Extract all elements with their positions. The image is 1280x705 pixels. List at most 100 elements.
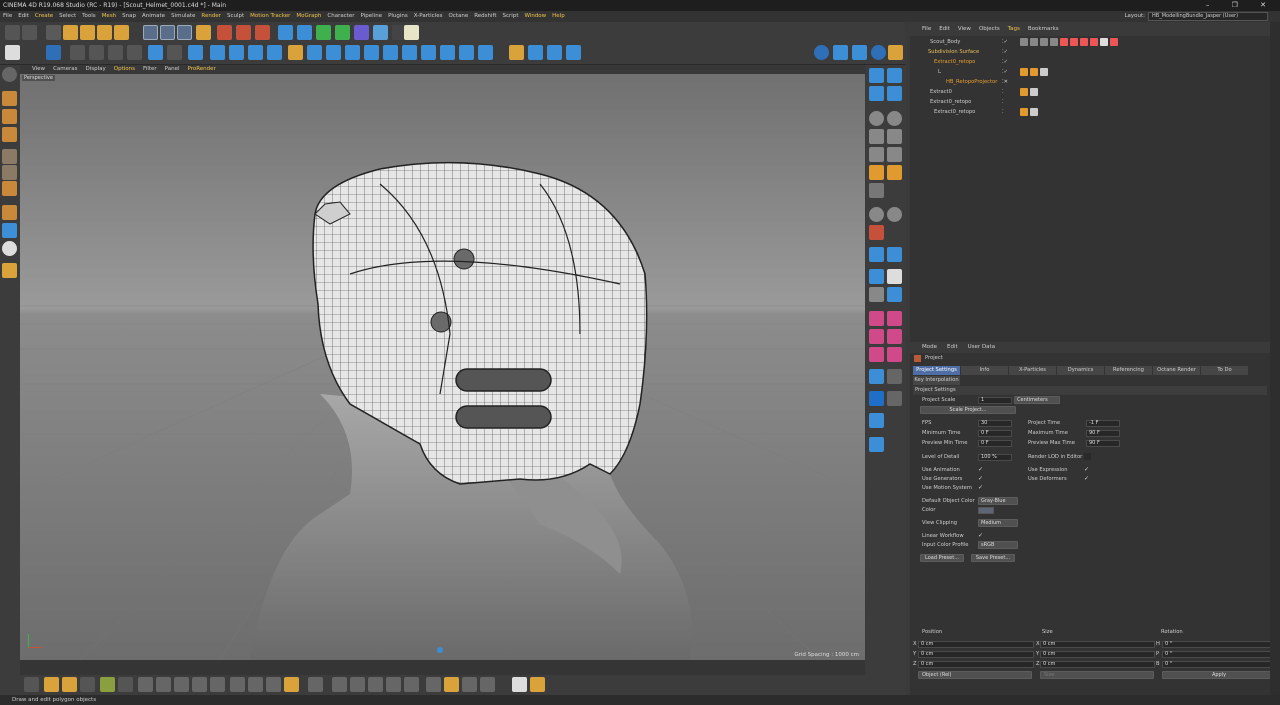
model-mode-icon[interactable]	[70, 45, 85, 60]
s-icon[interactable]	[2, 241, 17, 256]
anim-tool-16-icon[interactable]	[308, 677, 323, 692]
ball2-icon[interactable]	[887, 207, 902, 222]
am-menu-user-data[interactable]: User Data	[963, 342, 1000, 353]
shader-icon[interactable]	[852, 45, 867, 60]
spline-icon[interactable]	[297, 25, 312, 40]
max-time-field[interactable]: 90 F	[1086, 430, 1120, 437]
workplane-icon[interactable]	[46, 45, 61, 60]
anim-tool-26-icon[interactable]	[512, 677, 527, 692]
om-menu-view[interactable]: View	[954, 22, 975, 36]
picture-icon[interactable]	[833, 45, 848, 60]
anim-tool-8-icon[interactable]	[156, 677, 171, 692]
move-tool-icon[interactable]	[210, 45, 225, 60]
viewport[interactable]: Perspective Grid Spacing : 1000 cm	[20, 74, 865, 660]
menu-character[interactable]: Character	[324, 11, 357, 22]
checker-icon[interactable]	[2, 109, 17, 124]
apply-button[interactable]: Apply	[1162, 671, 1276, 679]
rotate-icon[interactable]	[97, 25, 112, 40]
tab-referencing[interactable]: Referencing	[1105, 366, 1152, 375]
sculpt-icon[interactable]	[2, 263, 17, 278]
mode-toggle-icon[interactable]	[2, 67, 17, 82]
anim-tool-5-icon[interactable]	[100, 677, 115, 692]
menu-edit[interactable]: Edit	[15, 11, 32, 22]
anim-tool-1-icon[interactable]	[24, 677, 39, 692]
anim-tool-15-icon[interactable]	[284, 677, 299, 692]
linear-workflow-checkbox[interactable]: ✓	[978, 532, 985, 539]
view-tool-2-icon[interactable]	[887, 68, 902, 83]
cone-icon[interactable]	[869, 129, 884, 144]
layers-stack-icon[interactable]	[2, 127, 17, 142]
om-menu-bookmarks[interactable]: Bookmarks	[1024, 22, 1063, 36]
red-tool-icon[interactable]	[869, 225, 884, 240]
lod-field[interactable]: 100 %	[978, 454, 1012, 461]
pen-blue-icon[interactable]	[887, 247, 902, 262]
pink-tool-1-icon[interactable]	[869, 311, 884, 326]
anim-tool-18-icon[interactable]	[350, 677, 365, 692]
menu-x-particles[interactable]: X-Particles	[411, 11, 446, 22]
menu-mesh[interactable]: Mesh	[99, 11, 119, 22]
model-icon[interactable]	[2, 91, 17, 106]
x-axis-icon[interactable]	[143, 25, 158, 40]
save-preset-button[interactable]: Save Preset...	[971, 554, 1015, 562]
menu-mograph[interactable]: MoGraph	[293, 11, 324, 22]
menu-simulate[interactable]: Simulate	[168, 11, 198, 22]
pink-tool-6-icon[interactable]	[887, 347, 902, 362]
vp-menu-prorender[interactable]: ProRender	[184, 65, 220, 74]
poly-cube-icon[interactable]	[2, 181, 17, 196]
select-arrow-icon[interactable]	[46, 25, 61, 40]
sphere-shaded-icon[interactable]	[871, 45, 886, 60]
rot-h-field[interactable]: 0 °	[1162, 641, 1276, 648]
anim-tool-25-icon[interactable]	[480, 677, 495, 692]
menu-animate[interactable]: Animate	[139, 11, 168, 22]
figure-icon[interactable]	[869, 269, 884, 284]
rotate-tool-icon[interactable]	[248, 45, 263, 60]
floor-icon[interactable]	[373, 25, 388, 40]
orange-box-icon[interactable]	[887, 165, 902, 180]
anim-tool-11-icon[interactable]	[210, 677, 225, 692]
size-z-field[interactable]: 0 cm	[1040, 661, 1155, 668]
render-lod-checkbox[interactable]	[1084, 453, 1091, 460]
object-row[interactable]: Extract0_retopo ⁚✓	[910, 57, 1270, 67]
pink-tool-5-icon[interactable]	[869, 347, 884, 362]
pink-tool-4-icon[interactable]	[887, 329, 902, 344]
am-menu-edit[interactable]: Edit	[942, 342, 963, 353]
anim-tool-19-icon[interactable]	[368, 677, 383, 692]
deformer-icon[interactable]	[354, 25, 369, 40]
paint-icon[interactable]	[869, 369, 884, 384]
torus-icon[interactable]	[887, 129, 902, 144]
anim-tool-12-icon[interactable]	[230, 677, 245, 692]
om-menu-tags[interactable]: Tags	[1004, 22, 1024, 36]
anim-tool-4-icon[interactable]	[80, 677, 95, 692]
points-mode-icon[interactable]	[108, 45, 123, 60]
use-deformers-checkbox[interactable]: ✓	[1084, 475, 1091, 482]
am-menu-mode[interactable]: Mode	[910, 342, 942, 353]
menu-sculpt[interactable]: Sculpt	[224, 11, 247, 22]
y-axis-icon[interactable]	[160, 25, 175, 40]
axis-l-icon[interactable]	[2, 205, 17, 220]
tube-icon[interactable]	[887, 147, 902, 162]
anim-tool-21-icon[interactable]	[404, 677, 419, 692]
anim-tool-10-icon[interactable]	[192, 677, 207, 692]
view-tool-1-icon[interactable]	[869, 68, 884, 83]
polygon-pen-icon[interactable]	[478, 45, 493, 60]
coord-mode-dropdown[interactable]: Object (Rel)	[918, 671, 1032, 679]
edge-cube-icon[interactable]	[2, 165, 17, 180]
stop-icon[interactable]	[887, 391, 902, 406]
anim-tool-14-icon[interactable]	[266, 677, 281, 692]
tab-project-settings[interactable]: Project Settings	[913, 366, 960, 375]
menu-pipeline[interactable]: Pipeline	[358, 11, 386, 22]
scale-project-button[interactable]: Scale Project...	[920, 406, 1016, 414]
vp-menu-cameras[interactable]: Cameras	[49, 65, 81, 74]
preview-min-field[interactable]: 0 F	[978, 440, 1012, 447]
iron-icon[interactable]	[421, 45, 436, 60]
menu-motion-tracker[interactable]: Motion Tracker	[247, 11, 293, 22]
vp-menu-display[interactable]: Display	[82, 65, 110, 74]
use-generators-checkbox[interactable]: ✓	[978, 475, 985, 482]
settings-gear-icon[interactable]	[888, 45, 903, 60]
notes-icon[interactable]	[404, 25, 419, 40]
recent-tools-icon[interactable]	[114, 25, 129, 40]
min-time-field[interactable]: 0 F	[978, 430, 1012, 437]
visibility-dots-icon[interactable]: ⁚✕	[1002, 77, 1012, 87]
timeline[interactable]	[20, 660, 865, 675]
anim-tool-17-icon[interactable]	[332, 677, 347, 692]
